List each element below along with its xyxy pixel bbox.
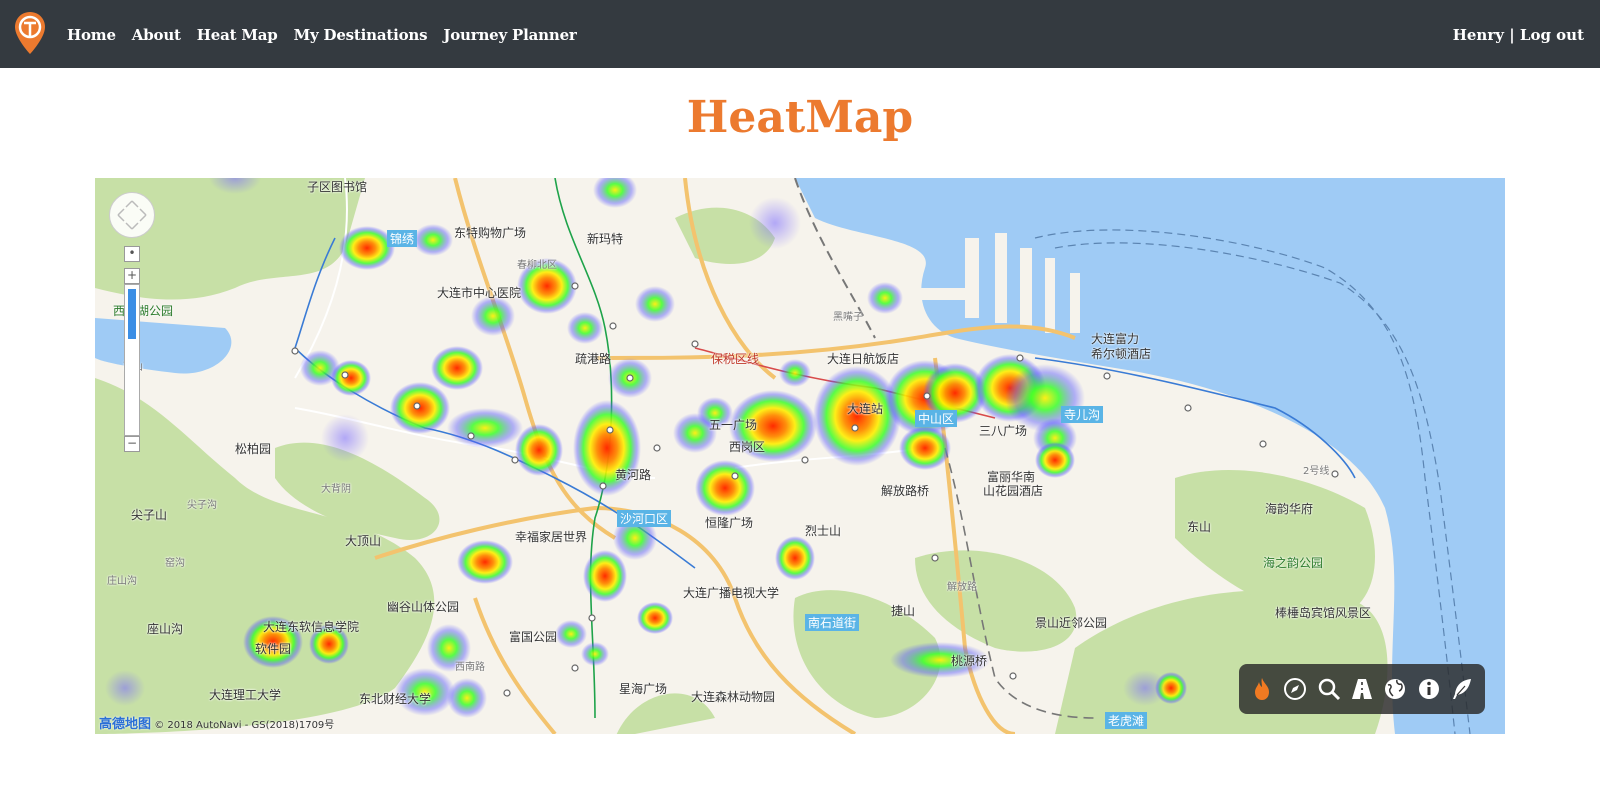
map-label: 大连市中心医院 [437,286,522,300]
app-logo-icon[interactable] [13,10,47,56]
map-label: 2号线 [1303,466,1330,477]
map-label: 座山沟 [147,622,184,636]
compass-icon[interactable] [1282,676,1308,702]
map-label: 棒棰岛宾馆风景区 [1275,606,1372,620]
map-label: 窑沟 [165,558,185,569]
page-title: HeatMap [686,92,914,143]
map-label: 东山 [1187,520,1212,534]
map-label: 东北财经大学 [359,692,432,706]
map-label: 疏港路 [575,352,612,366]
map-label: 春柳北区 [517,260,557,271]
map-label: 星海广场 [619,682,668,696]
map-label: 大连站 [847,402,884,416]
map-toolbar [1239,664,1485,714]
map-label: 幽谷山体公园 [387,600,460,614]
map-label: 中山区 [915,410,958,427]
map-label: 保税区线 [711,352,760,366]
map-label: 沙河口区 [617,510,672,527]
map-label: 富国公园 [509,630,558,644]
fire-icon[interactable] [1249,676,1275,702]
map-label: 烈士山 [805,524,842,538]
map-label: 尖子山 [131,508,168,522]
map-label: 黑嘴子 [833,312,863,323]
info-icon[interactable] [1416,676,1442,702]
zoom-control: • + − [109,192,155,452]
map-label: 老虎滩 [1105,712,1148,729]
map-label: 大连广播电视大学 [683,586,780,600]
map-label: 大连东软信息学院 [263,620,360,634]
nav-heat-map[interactable]: Heat Map [197,26,278,44]
nav-home[interactable]: Home [67,26,116,44]
map-label: 西岗区 [729,440,766,454]
feather-icon[interactable] [1449,676,1475,702]
map-label: 三八广场 [979,424,1028,438]
zoom-slider[interactable] [124,284,140,436]
map-label: 软件园 [255,642,292,656]
pan-control[interactable] [109,192,155,238]
map-label: 捷山 [891,604,916,618]
map-label: 海韵华府 [1265,502,1314,516]
map-label: 山花园酒店 [983,484,1044,498]
zoom-out-button[interactable]: − [124,436,140,452]
logout-link[interactable]: Log out [1520,26,1584,44]
zoom-level-fill [128,289,136,339]
username-link[interactable]: Henry [1453,26,1504,44]
map-label: 幸福家居世界 [515,530,588,544]
map-label: 新玛特 [587,232,624,246]
map-label: 大连森林动物园 [691,690,776,704]
map-label: 庄山沟 [107,576,137,587]
map-label: 大连理工大学 [209,688,282,702]
main-nav: Home About Heat Map My Destinations Jour… [67,26,577,44]
locate-button[interactable]: • [124,246,140,262]
nav-about[interactable]: About [132,26,181,44]
map-label: 恒隆广场 [705,516,754,530]
map-label: 希尔顿酒店 [1091,347,1152,361]
map-label: 大背阴 [321,484,351,495]
map-label: 大连日航饭店 [827,352,900,366]
copyright-text: © 2018 AutoNavi - GS(2018)1709号 [154,720,335,731]
map-label: 解放路桥 [881,484,930,498]
pan-arrows-icon [117,200,147,230]
map-label: 桃源桥 [951,654,988,668]
zoom-in-button[interactable]: + [124,268,140,284]
map-label: 锦绣 [387,230,418,247]
map-label: 黄河路 [615,468,652,482]
map-label: 海之韵公园 [1263,556,1324,570]
map-label: 东特购物广场 [454,226,527,240]
magnifier-icon[interactable] [1316,676,1342,702]
nav-journey-planner[interactable]: Journey Planner [443,26,576,44]
map-label: 松柏园 [235,442,272,456]
map-label: 尖子沟 [187,500,217,511]
globe-icon[interactable] [1382,676,1408,702]
user-menu: Henry | Log out [1453,26,1584,44]
map-label: 西南路 [455,662,485,673]
map-label: 五一广场 [709,418,758,432]
map-label: 景山近邻公园 [1035,616,1108,630]
map-label: 子区图书馆 [307,180,368,194]
heat-map[interactable]: 子区图书馆 锦绣 东特购物广场 新玛特 春柳北区 大连市中心医院 西山湖公园 黑… [95,178,1505,734]
nav-my-destinations[interactable]: My Destinations [294,26,428,44]
map-label: 寺儿沟 [1061,406,1104,423]
map-base-layer [95,178,1505,734]
navbar: Home About Heat Map My Destinations Jour… [0,0,1600,68]
map-copyright: 高德地图 © 2018 AutoNavi - GS(2018)1709号 [99,713,334,732]
nav-separator: | [1509,26,1515,44]
map-label: 南石道街 [805,614,860,631]
map-label: 大顶山 [345,534,382,548]
road-icon[interactable] [1349,676,1375,702]
map-label: 解放路 [947,582,977,593]
amap-logo: 高德地图 [99,717,152,732]
